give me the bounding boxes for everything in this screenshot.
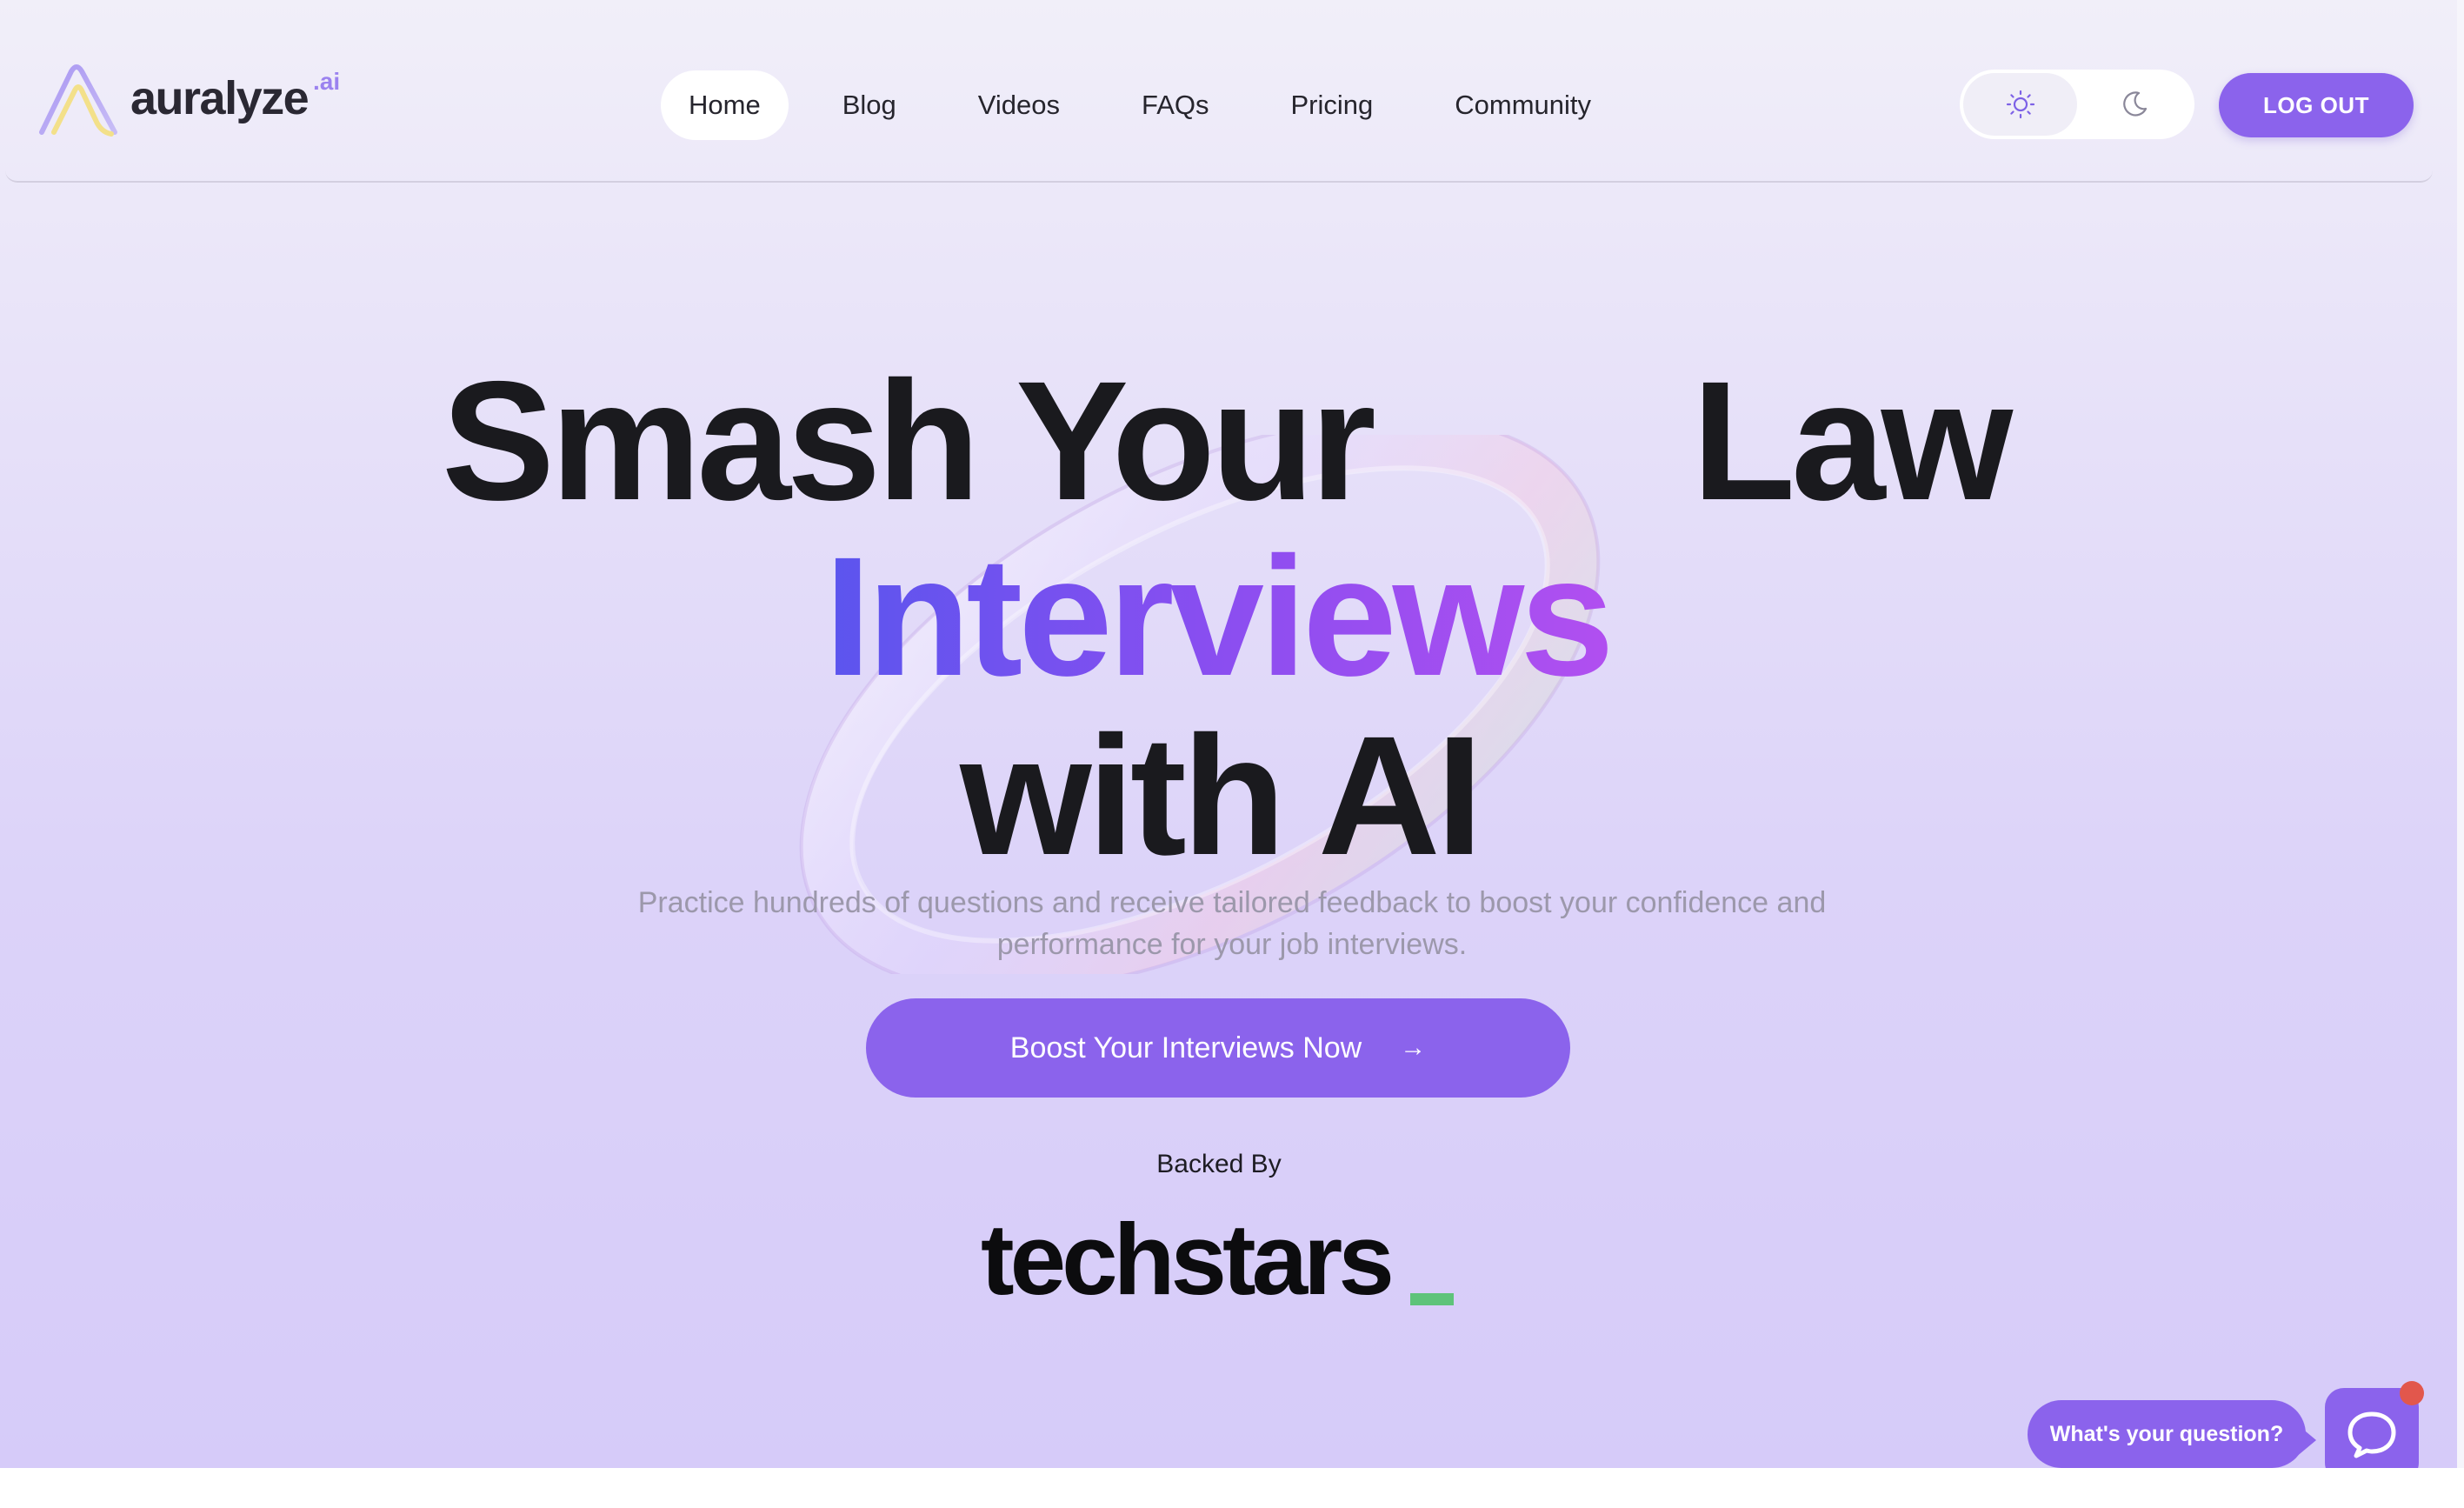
- chat-prompt-bubble[interactable]: What's your question?: [2028, 1400, 2306, 1468]
- hero-headline-word-b: Law: [1692, 346, 2013, 536]
- chat-icon: [2347, 1411, 2396, 1458]
- page-background: auralyze .ai Home Blog Videos FAQs Prici…: [0, 0, 2464, 1468]
- moon-icon: [2122, 91, 2147, 117]
- cta-label: Boost Your Interviews Now: [1009, 1031, 1362, 1064]
- nav-item-faqs[interactable]: FAQs: [1114, 70, 1237, 140]
- backed-by-label: Backed By: [1156, 1150, 1282, 1178]
- logo-mark-icon: [39, 64, 117, 137]
- hero-subtitle: Practice hundreds of questions and recei…: [637, 886, 1827, 961]
- chat-bubble-tail: [2295, 1423, 2316, 1458]
- hero-headline-line3: with AI: [960, 701, 1483, 891]
- nav-item-community[interactable]: Community: [1427, 70, 1619, 140]
- hero-headline-word-a: Smash Your: [442, 346, 1376, 536]
- techstars-logo: techstars: [981, 1203, 1395, 1316]
- brand-name: auralyze: [130, 72, 310, 124]
- brand-suffix: .ai: [313, 68, 341, 95]
- hero-headline-line2: Interviews: [824, 522, 1615, 711]
- theme-toggle: [1960, 70, 2194, 139]
- scrollbar-track[interactable]: [2457, 0, 2464, 1468]
- sun-icon: [2006, 90, 2034, 119]
- dark-mode-option[interactable]: [2077, 73, 2191, 136]
- main-nav: Home Blog Videos FAQs Pricing Community: [661, 70, 1645, 141]
- next-section-edge: [0, 1468, 2464, 1508]
- notification-dot: [2400, 1381, 2424, 1405]
- top-navbar: auralyze .ai Home Blog Videos FAQs Prici…: [5, 0, 2433, 183]
- nav-item-blog[interactable]: Blog: [815, 70, 924, 140]
- arrow-right-icon: →: [1400, 1033, 1427, 1062]
- brand-logo[interactable]: auralyze .ai: [35, 63, 340, 141]
- nav-item-pricing[interactable]: Pricing: [1263, 70, 1402, 140]
- techstars-logo-underscore: [1410, 1293, 1454, 1305]
- nav-item-videos[interactable]: Videos: [950, 70, 1088, 140]
- logout-button[interactable]: LOG OUT: [2219, 73, 2414, 137]
- light-mode-option[interactable]: [1963, 73, 2077, 136]
- boost-interviews-button[interactable]: Boost Your Interviews Now →: [866, 998, 1570, 1098]
- nav-item-home[interactable]: Home: [661, 70, 789, 140]
